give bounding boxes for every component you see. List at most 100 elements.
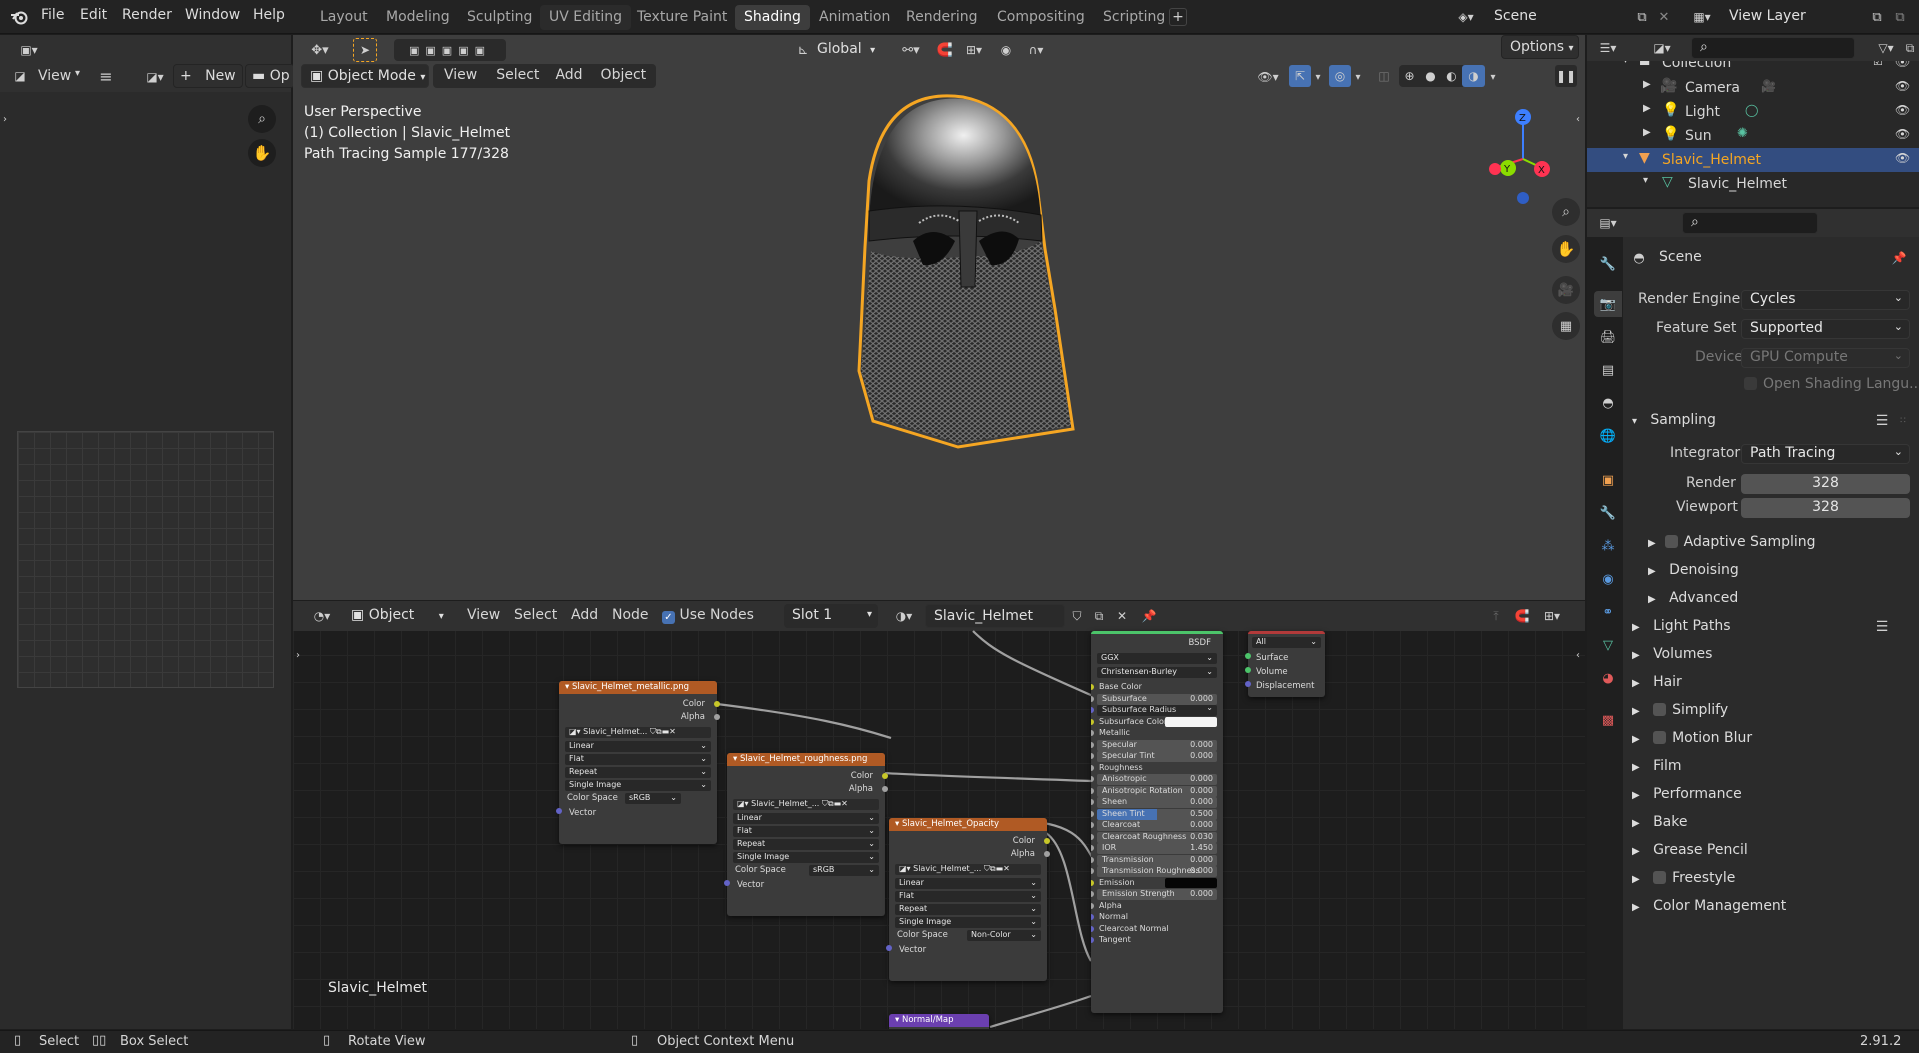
pin-icon[interactable]: 📌 [1889,248,1909,268]
gizmo-dropdown-icon[interactable]: ▾ [1311,66,1325,88]
motion-blur-panel[interactable]: ▶ Motion Blur [1632,730,1752,746]
socket[interactable] [1091,695,1094,702]
physics-tab-icon[interactable]: ◉ [1596,568,1620,590]
pivot-icon[interactable]: ⚯▾ [894,39,928,61]
viewport-menu-select[interactable]: Select [488,64,547,88]
socket[interactable] [1044,851,1050,857]
hair-panel[interactable]: ▶ Hair [1632,674,1682,690]
grease-pencil-panel[interactable]: ▶ Grease Pencil [1632,842,1748,858]
socket[interactable] [1091,810,1094,817]
tab-sculpting[interactable]: Sculpting [458,5,541,30]
pan-hand-icon[interactable]: ✋ [248,139,276,167]
film-panel[interactable]: ▶ Film [1632,758,1682,774]
node-opacity-image[interactable]: ▾ Slavic_Helmet_Opacity Color Alpha ◪▾ S… [889,818,1047,981]
render-tab-icon[interactable]: 📷 [1594,291,1622,317]
right-collapse-icon[interactable]: ‹ [1573,111,1583,127]
drag-handle-icon[interactable]: ∷ [1896,411,1910,431]
orientation-icon[interactable]: ⊾ [793,39,813,61]
socket[interactable] [1091,718,1094,725]
node-roughness-image[interactable]: ▾ Slavic_Helmet_roughness.png Color Alph… [727,753,885,916]
eye-icon[interactable]: 👁 [1895,79,1910,93]
extension-dropdown[interactable]: Repeat ⌄ [895,904,1041,915]
socket[interactable] [1091,937,1094,943]
color-management-panel[interactable]: ▶ Color Management [1632,898,1786,914]
socket[interactable] [1091,879,1094,886]
image-selector[interactable]: ◪▾ Slavic_Helmet... ⛉⧉▬✕ [565,727,711,738]
checkbox-icon[interactable] [1653,871,1667,884]
performance-panel[interactable]: ▶ Performance [1632,786,1742,802]
socket[interactable] [714,714,720,720]
presets-list-icon[interactable]: ☰ [1872,411,1892,431]
socket[interactable] [1091,707,1094,713]
overlays-icon[interactable]: ◎ [1329,65,1351,87]
image-view-menu[interactable]: View [38,68,71,84]
node-header[interactable]: ▾ Slavic_Helmet_metallic.png [559,681,717,694]
viewport-menu-object[interactable]: Object [591,64,657,88]
xray-icon[interactable]: ◫ [1373,65,1395,87]
projection-dropdown[interactable]: Flat ⌄ [565,754,711,765]
node-header[interactable]: ▾ Normal/Map [889,1014,989,1027]
bsdf-input-row[interactable]: Sheen 0.000 [1091,797,1217,808]
interpolation-dropdown[interactable]: Linear ⌄ [733,813,879,824]
material-tab-icon[interactable]: ◕ [1596,667,1620,689]
node-normal-map[interactable]: ▾ Normal/Map [889,1014,989,1029]
tool-tab-icon[interactable] [1599,41,1625,65]
source-dropdown[interactable]: Single Image ⌄ [733,852,879,863]
copy-scene-icon[interactable]: ⧉ [1631,7,1653,27]
left-collapse-icon[interactable]: › [0,111,10,127]
subsurface-method-dropdown[interactable]: Christensen-Burley ⌄ [1097,667,1217,678]
view-mode-icon[interactable]: ◪ [12,67,28,85]
bake-panel[interactable]: ▶ Bake [1632,814,1687,830]
new-collection-icon[interactable]: ⧉ [1901,37,1919,59]
interpolation-dropdown[interactable]: Linear ⌄ [895,878,1041,889]
socket[interactable] [1091,753,1094,759]
socket[interactable] [882,786,888,792]
view-layer-icon[interactable]: ▦▾ [1685,7,1719,27]
scene-selector[interactable]: Scene [1486,5,1630,29]
world-tab-icon[interactable]: 🌐 [1596,425,1620,447]
node-header[interactable]: ▾ Slavic_Helmet_roughness.png [727,753,885,766]
bsdf-input-row[interactable]: Transmission 0.000 [1091,854,1217,866]
node-editor[interactable]: ◔▾ ▣ Object ▾ View Select Add Node ✓ Use… [293,601,1585,1029]
socket[interactable] [1091,914,1094,920]
menu-window[interactable]: Window [185,7,240,23]
tab-layout[interactable]: Layout [311,5,377,30]
tab-rendering[interactable]: Rendering [897,5,987,30]
add-workspace-icon[interactable]: + [1169,8,1187,26]
eye-icon[interactable]: 👁 [1895,103,1910,117]
options-button[interactable]: Options ▾ [1501,35,1579,59]
bsdf-input-row[interactable]: Clearcoat Roughness 0.030 [1091,831,1217,843]
navigation-gizmo[interactable]: Z X Y [1488,101,1558,211]
checkbox-icon[interactable] [1653,703,1667,716]
object-tab-icon[interactable]: ▣ [1596,469,1620,491]
socket[interactable] [1245,653,1251,659]
wireframe-shading-icon[interactable]: ⊕ [1399,65,1420,87]
scene-icon[interactable]: ◈▾ [1449,7,1483,27]
socket[interactable] [724,880,730,886]
socket[interactable] [1245,681,1251,687]
socket[interactable] [1091,776,1094,782]
socket[interactable] [882,773,888,779]
viewport-3d[interactable]: ✥▾ ➤ ▣▣▣▣▣ ⊾ Global ▾ ⚯▾ 🧲 ⊞▾ ◉ ∩▾ Optio… [293,35,1585,600]
texture-tab-icon[interactable]: ▩ [1596,709,1620,731]
socket[interactable] [714,701,720,707]
transform-tool-icon[interactable]: ✥▾ [303,39,337,61]
blender-logo-icon[interactable] [8,6,30,28]
tab-compositing[interactable]: Compositing [988,5,1094,30]
overlays-dropdown-icon[interactable]: ▾ [1351,66,1365,88]
viewport-zoom-icon[interactable]: ⌕ [1552,198,1580,226]
hamburger-icon[interactable]: ≡ [96,67,116,86]
projection-dropdown[interactable]: Flat ⌄ [895,891,1041,902]
scene-tab-icon[interactable]: ◓ [1596,392,1620,414]
object-mode-dropdown[interactable]: ▣ Object Mode ▾ [301,64,429,88]
eye-icon[interactable]: 👁 [1895,151,1910,165]
socket[interactable] [1091,764,1094,771]
node-principled-bsdf[interactable]: BSDF GGX ⌄ Christensen-Burley ⌄ Base Color… [1091,631,1223,1013]
simplify-panel[interactable]: ▶ Simplify [1632,702,1728,718]
integrator-dropdown[interactable]: Path Tracing ⌄ [1741,444,1910,464]
menu-edit[interactable]: Edit [80,7,107,23]
modifier-tab-icon[interactable]: 🔧 [1596,502,1620,524]
menu-file[interactable]: File [41,7,64,23]
viewport-pan-icon[interactable]: ✋ [1552,235,1580,263]
gizmo-toggle-icon[interactable]: ⇱ [1289,65,1311,87]
